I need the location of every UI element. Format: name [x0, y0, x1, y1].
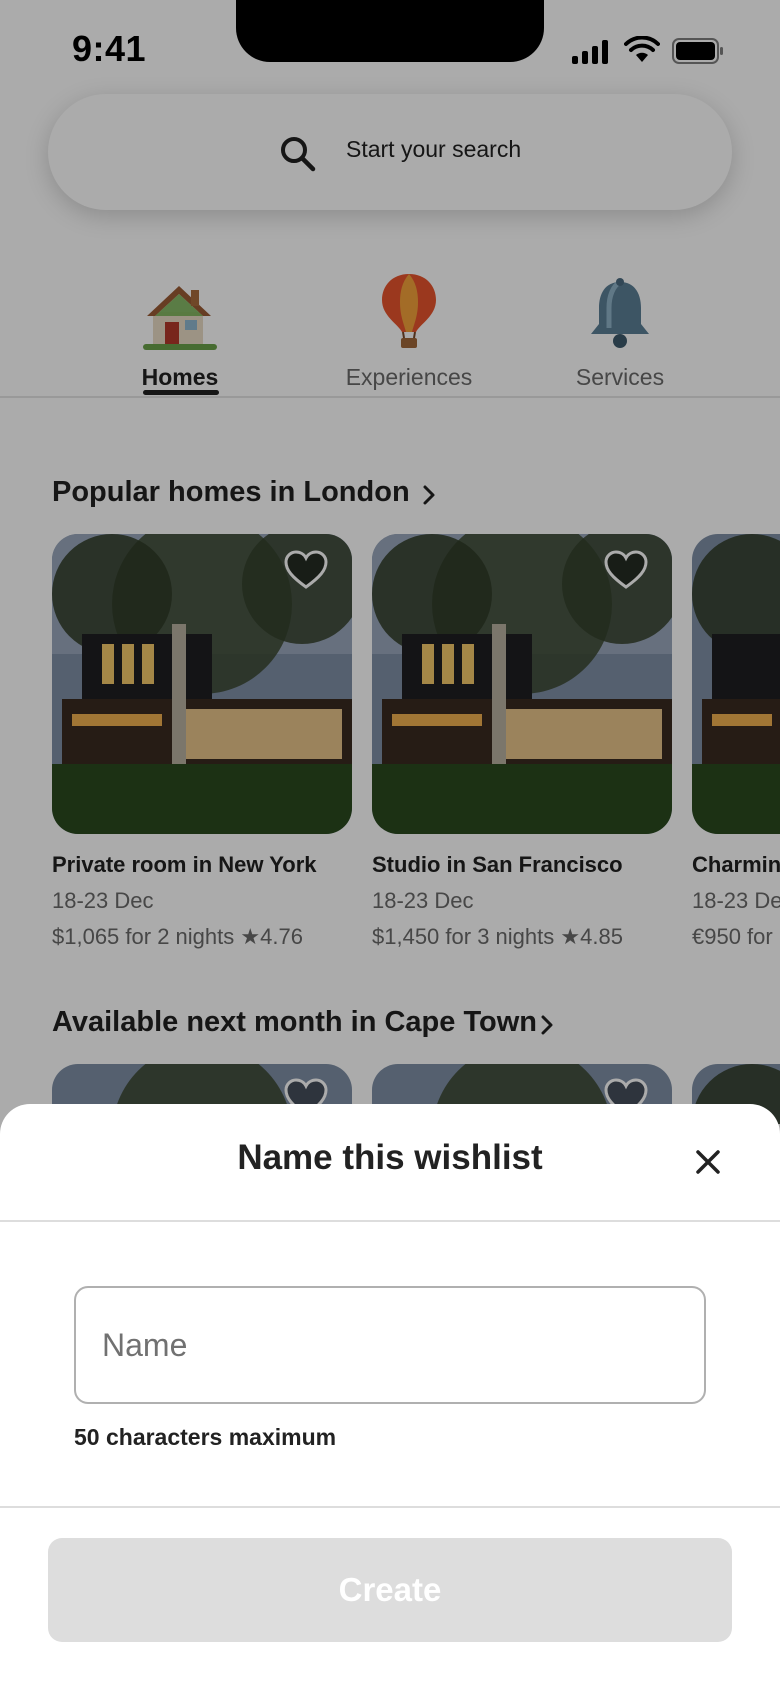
create-button[interactable]: Create	[48, 1538, 732, 1642]
sheet-divider	[0, 1220, 780, 1222]
close-icon[interactable]	[694, 1148, 722, 1176]
character-limit-hint: 50 characters maximum	[74, 1424, 337, 1450]
sheet-divider	[0, 1506, 780, 1508]
wishlist-name-input[interactable]	[74, 1286, 706, 1404]
sheet-title: Name this wishlist	[237, 1138, 543, 1177]
